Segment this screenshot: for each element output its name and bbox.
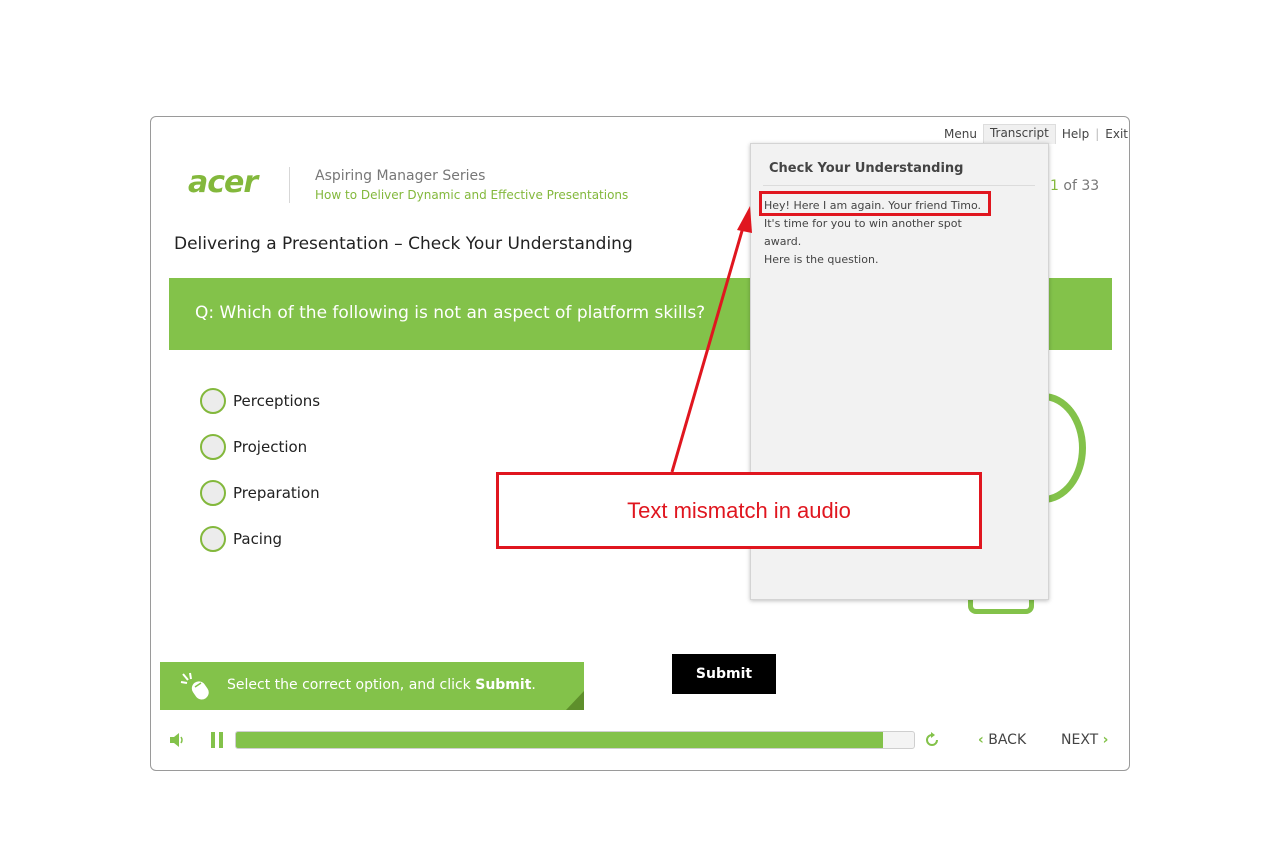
progress-fill <box>236 732 884 748</box>
volume-icon[interactable] <box>169 731 185 749</box>
chevron-right-icon: › <box>1102 732 1109 748</box>
radio-button[interactable] <box>200 526 226 552</box>
option-perceptions[interactable]: Perceptions <box>200 378 320 424</box>
page-total: of 33 <box>1058 178 1100 194</box>
instruction-prefix: Select the correct option, and click <box>227 677 476 693</box>
replay-icon[interactable] <box>923 731 941 749</box>
next-button[interactable]: NEXT › <box>1061 732 1108 748</box>
pause-icon[interactable] <box>210 732 224 748</box>
highlight-box <box>759 191 991 216</box>
answer-options: Perceptions Projection Preparation Pacin… <box>200 378 320 562</box>
back-button[interactable]: ‹ BACK <box>978 732 1026 748</box>
option-pacing[interactable]: Pacing <box>200 516 320 562</box>
radio-button[interactable] <box>200 480 226 506</box>
transcript-divider <box>763 185 1035 186</box>
submit-button[interactable]: Submit <box>672 654 776 694</box>
pause-bar <box>219 732 223 748</box>
next-label: NEXT <box>1061 732 1099 748</box>
series-title: Aspiring Manager Series <box>315 168 486 184</box>
progress-bar[interactable] <box>235 731 915 749</box>
option-label: Projection <box>233 438 308 456</box>
page-counter: 1 of 33 <box>1050 178 1099 194</box>
header-divider <box>289 167 290 203</box>
option-preparation[interactable]: Preparation <box>200 470 320 516</box>
transcript-title: Check Your Understanding <box>769 161 964 176</box>
exit-link[interactable]: Exit <box>1099 125 1134 143</box>
question-text: Q: Which of the following is not an aspe… <box>195 303 706 323</box>
help-link[interactable]: Help <box>1056 125 1095 143</box>
instruction-text: Select the correct option, and click Sub… <box>227 677 536 693</box>
radio-button[interactable] <box>200 434 226 460</box>
transcript-line: It's time for you to win another spot aw… <box>764 217 962 248</box>
radio-button[interactable] <box>200 388 226 414</box>
top-nav: Menu Transcript Help | Exit <box>938 124 1134 144</box>
transcript-line: Here is the question. <box>764 253 879 266</box>
option-label: Perceptions <box>233 392 321 410</box>
chevron-left-icon: ‹ <box>978 732 984 748</box>
option-projection[interactable]: Projection <box>200 424 320 470</box>
instruction-suffix: . <box>531 677 536 693</box>
option-label: Pacing <box>233 530 283 548</box>
annotation-callout: Text mismatch in audio <box>496 472 982 549</box>
acer-logo: acer <box>188 165 258 200</box>
slide-title: Delivering a Presentation – Check Your U… <box>174 234 633 254</box>
instruction-emphasis: Submit <box>475 677 532 693</box>
mouse-click-icon <box>180 672 209 700</box>
option-label: Preparation <box>233 484 320 502</box>
page-current: 1 <box>1050 178 1059 194</box>
menu-link[interactable]: Menu <box>938 125 983 143</box>
transcript-link[interactable]: Transcript <box>982 124 1056 144</box>
pause-bar <box>211 732 215 748</box>
course-title: How to Deliver Dynamic and Effective Pre… <box>315 188 629 202</box>
back-label: BACK <box>988 732 1027 748</box>
